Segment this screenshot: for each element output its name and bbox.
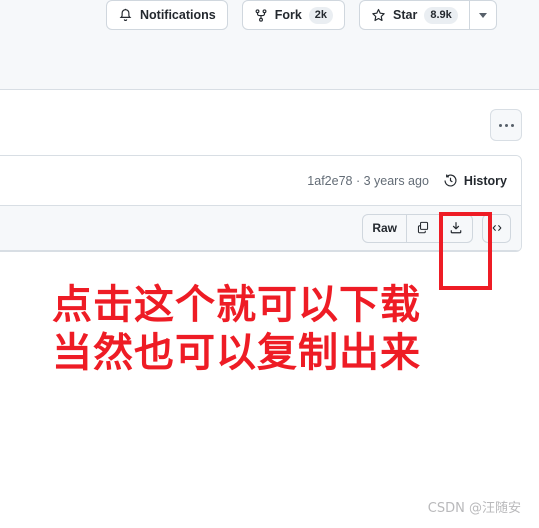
- copy-button[interactable]: [407, 214, 440, 242]
- kebab-horizontal-icon: [498, 123, 502, 127]
- file-actions-toolbar: Raw: [0, 205, 521, 251]
- star-button-group: Star 8.9k: [359, 0, 497, 30]
- download-icon: [449, 221, 463, 235]
- copy-icon: [416, 221, 430, 235]
- repo-actions-group: Notifications Fork 2k Star 8.9k: [106, 0, 497, 30]
- file-container: 1af2e78 · 3 years ago History Raw: [0, 155, 522, 252]
- more-options-button[interactable]: [490, 109, 522, 141]
- annotation-text: 点击这个就可以下载 当然也可以复制出来: [52, 281, 421, 377]
- fork-label: Fork: [274, 7, 302, 22]
- download-button[interactable]: [440, 215, 472, 242]
- commit-meta: 1af2e78 · 3 years ago: [307, 173, 429, 188]
- fork-button[interactable]: Fork 2k: [241, 0, 346, 30]
- chevron-down-icon: [478, 12, 487, 18]
- notifications-button[interactable]: Notifications: [106, 0, 228, 30]
- history-button[interactable]: History: [443, 173, 507, 188]
- star-dropdown-button[interactable]: [468, 0, 497, 30]
- notifications-label: Notifications: [140, 7, 216, 22]
- kebab-horizontal-icon: [504, 123, 508, 127]
- history-clock-icon: [443, 173, 458, 188]
- kebab-horizontal-icon: [510, 123, 514, 127]
- raw-button[interactable]: Raw: [363, 214, 407, 242]
- fork-icon: [254, 8, 268, 23]
- commit-info-row: 1af2e78 · 3 years ago History: [0, 156, 521, 205]
- code-brackets-icon: [490, 221, 504, 235]
- csdn-watermark: CSDN @汪随安: [427, 501, 521, 516]
- code-view-button[interactable]: [482, 213, 511, 243]
- annotation-line-2: 当然也可以复制出来: [52, 330, 421, 376]
- history-label: History: [463, 173, 507, 188]
- star-button[interactable]: Star 8.9k: [359, 0, 469, 30]
- star-icon: [371, 8, 386, 23]
- bell-icon: [118, 8, 133, 23]
- repo-actions-bar: Notifications Fork 2k Star 8.9k: [0, 0, 539, 90]
- file-header-row: [0, 90, 539, 152]
- star-count: 8.9k: [424, 6, 458, 24]
- annotation-line-1: 点击这个就可以下载: [52, 282, 421, 328]
- star-label: Star: [393, 7, 418, 22]
- fork-count: 2k: [308, 6, 334, 24]
- file-actions-group: Raw: [362, 213, 473, 243]
